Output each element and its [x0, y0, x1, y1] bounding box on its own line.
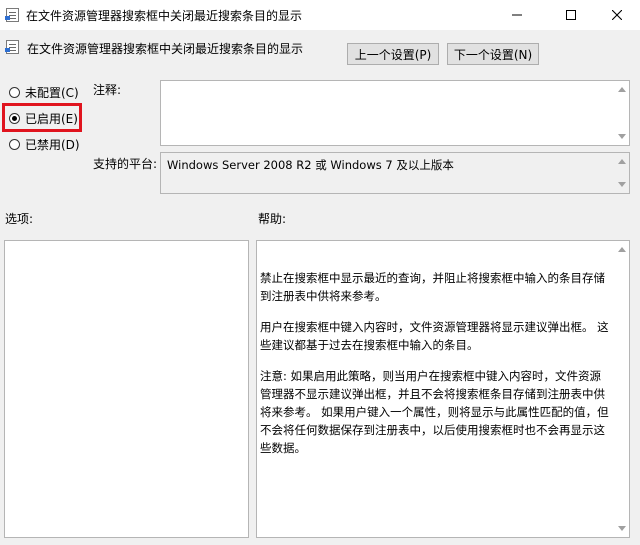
help-text: 禁止在搜索框中显示最近的查询，并阻止将搜索框中输入的条目存储到注册表中供将来参考…: [260, 269, 610, 470]
maximize-button[interactable]: [548, 0, 594, 30]
radio-not-configured[interactable]: 未配置(C): [9, 84, 79, 101]
help-paragraph: 注意: 如果启用此策略，则当用户在搜索框中键入内容时，文件资源管理器不显示建议弹…: [260, 369, 609, 455]
policy-icon: [5, 8, 19, 22]
supported-label: 支持的平台:: [93, 157, 158, 171]
supported-field: Windows Server 2008 R2 或 Windows 7 及以上版本: [160, 152, 630, 194]
scrollbar[interactable]: [615, 241, 629, 537]
radio-label: 已禁用(D): [25, 138, 80, 152]
scroll-up-icon: [618, 87, 626, 92]
scroll-down-icon: [618, 526, 626, 531]
scroll-up-icon: [618, 159, 626, 164]
comment-text: [161, 81, 629, 87]
policy-icon: [5, 40, 19, 54]
supported-value: Windows Server 2008 R2 或 Windows 7 及以上版本: [167, 158, 454, 172]
comment-label: 注释:: [93, 83, 122, 97]
scrollbar[interactable]: [615, 153, 629, 193]
prev-setting-button[interactable]: 上一个设置(P): [347, 43, 439, 65]
window-title: 在文件资源管理器搜索框中关闭最近搜索条目的显示: [26, 9, 303, 23]
options-label: 选项:: [5, 212, 34, 226]
scroll-down-icon: [618, 134, 626, 139]
scroll-up-icon: [618, 247, 626, 252]
radio-enabled[interactable]: 已启用(E): [9, 110, 78, 127]
close-icon: [612, 10, 622, 20]
maximize-icon: [566, 10, 576, 20]
radio-circle: [9, 139, 20, 150]
help-panel: 禁止在搜索框中显示最近的查询，并阻止将搜索框中输入的条目存储到注册表中供将来参考…: [256, 240, 630, 538]
scrollbar[interactable]: [615, 81, 629, 145]
radio-label: 已启用(E): [25, 112, 78, 126]
scroll-down-icon: [618, 182, 626, 187]
minimize-icon: [512, 14, 522, 16]
radio-disabled[interactable]: 已禁用(D): [9, 136, 80, 153]
radio-label: 未配置(C): [25, 86, 79, 100]
help-label: 帮助:: [258, 212, 287, 226]
radio-circle: [9, 87, 20, 98]
help-paragraph: 禁止在搜索框中显示最近的查询，并阻止将搜索框中输入的条目存储到注册表中供将来参考…: [260, 271, 605, 303]
close-button[interactable]: [594, 0, 640, 30]
policy-name: 在文件资源管理器搜索框中关闭最近搜索条目的显示: [27, 42, 304, 56]
minimize-button[interactable]: [494, 0, 540, 30]
help-paragraph: 用户在搜索框中键入内容时，文件资源管理器将显示建议弹出框。 这些建议都基于过去在…: [260, 320, 609, 352]
radio-circle: [9, 113, 20, 124]
next-setting-button[interactable]: 下一个设置(N): [447, 43, 539, 65]
options-panel: [4, 240, 249, 538]
comment-field[interactable]: [160, 80, 630, 146]
title-bar: 在文件资源管理器搜索框中关闭最近搜索条目的显示: [0, 0, 640, 30]
